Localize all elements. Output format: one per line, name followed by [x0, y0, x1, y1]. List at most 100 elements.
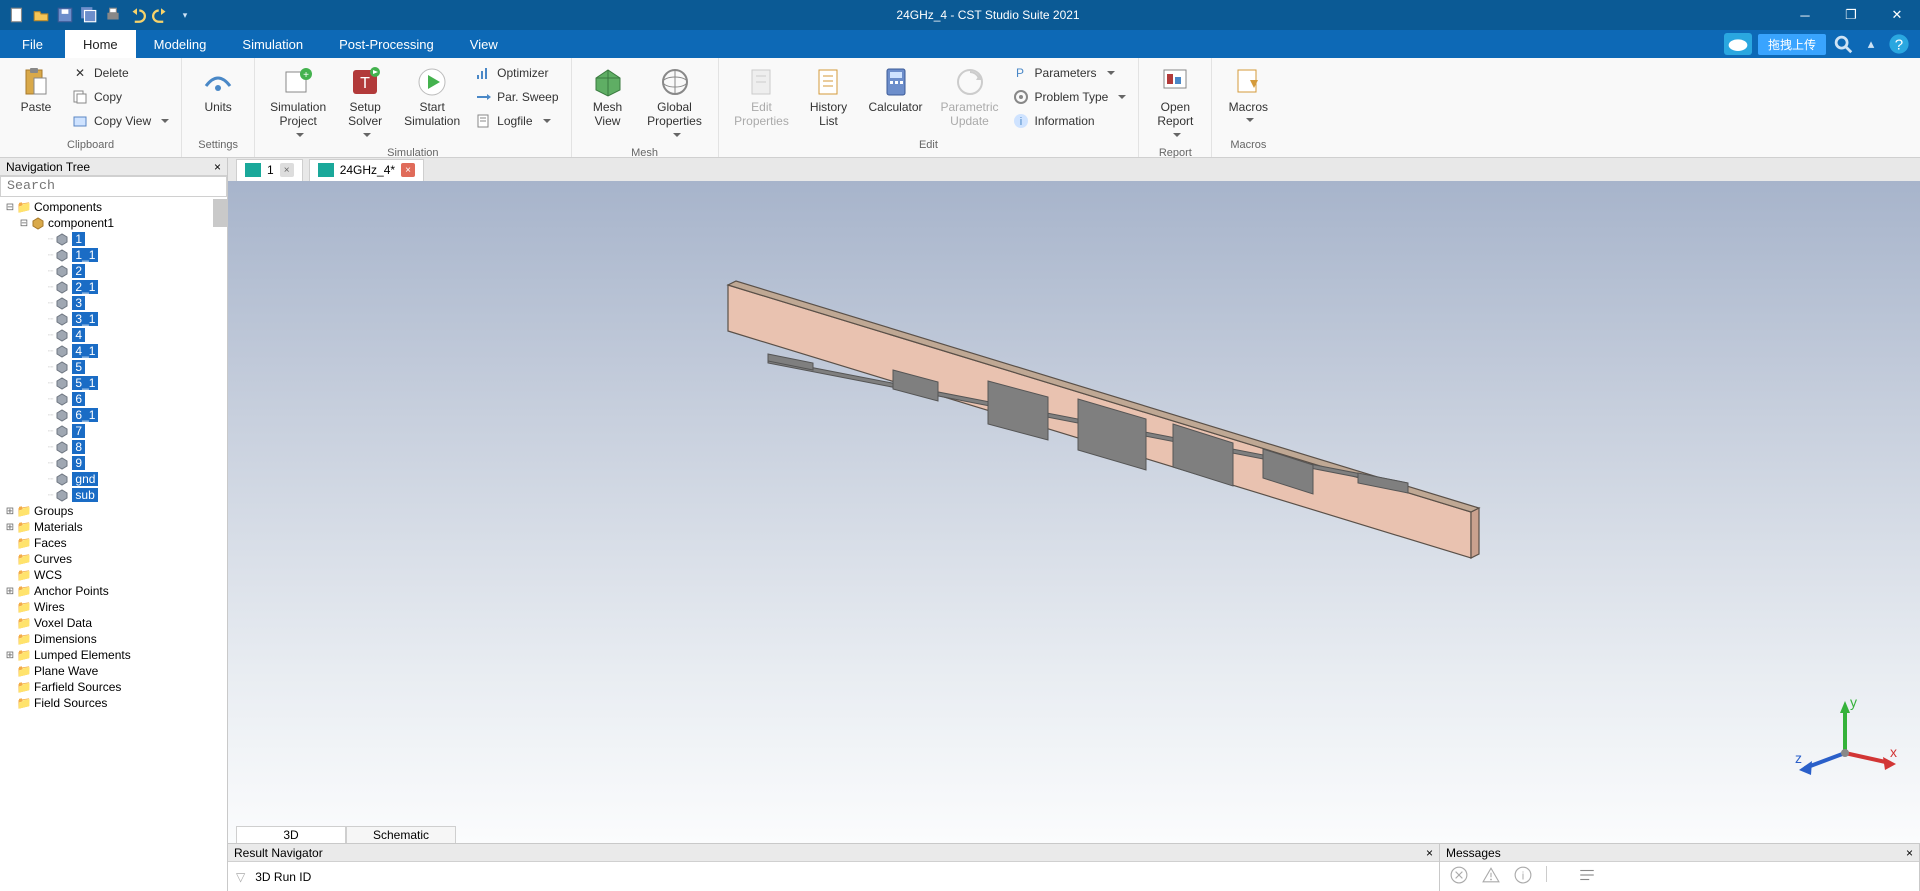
tab-file[interactable]: File: [0, 30, 65, 58]
tree-scrollbar[interactable]: [213, 199, 227, 227]
doc-tab-close-icon[interactable]: ×: [401, 163, 415, 177]
delete-button[interactable]: ✕Delete: [66, 62, 175, 84]
tree-node[interactable]: 📁WCS: [0, 567, 227, 583]
tab-view[interactable]: View: [452, 30, 516, 58]
tab-simulation[interactable]: Simulation: [224, 30, 321, 58]
history-list-button[interactable]: History List: [799, 62, 859, 133]
units-button[interactable]: Units: [188, 62, 248, 118]
brick-icon: [54, 424, 70, 438]
tab-post-processing[interactable]: Post-Processing: [321, 30, 452, 58]
doc-tab-1[interactable]: 1×: [236, 159, 303, 181]
setup-solver-button[interactable]: T Setup Solver: [335, 62, 395, 143]
open-file-icon[interactable]: [32, 6, 50, 24]
information-button[interactable]: iInformation: [1007, 110, 1133, 132]
tree-node[interactable]: ⊞📁Groups: [0, 503, 227, 519]
tree-node[interactable]: 📁Curves: [0, 551, 227, 567]
doc-tab-2[interactable]: 24GHz_4*×: [309, 159, 424, 181]
nav-search-input[interactable]: [0, 176, 227, 197]
save-icon[interactable]: [56, 6, 74, 24]
redo-icon[interactable]: [152, 6, 170, 24]
resnav-close-icon[interactable]: ×: [1426, 846, 1433, 860]
upload-pill[interactable]: 拖拽上传: [1758, 34, 1826, 55]
filter-icon[interactable]: ▽: [236, 870, 245, 884]
navigation-tree[interactable]: ⊟📁Components ⊟component1 ┈1┈1_1┈2┈2_1┈3┈…: [0, 197, 227, 891]
tree-node[interactable]: 📁Faces: [0, 535, 227, 551]
new-file-icon[interactable]: [8, 6, 26, 24]
global-properties-button[interactable]: Global Properties: [638, 62, 712, 143]
macros-button[interactable]: Macros: [1218, 62, 1278, 128]
simulation-project-button[interactable]: + Simulation Project: [261, 62, 335, 143]
close-button[interactable]: ✕: [1874, 0, 1920, 30]
result-navigator-field: 3D Run ID: [255, 870, 311, 884]
tree-node[interactable]: 📁Plane Wave: [0, 663, 227, 679]
tree-node[interactable]: ⊞📁Materials: [0, 519, 227, 535]
undo-icon[interactable]: [128, 6, 146, 24]
msg-info-icon[interactable]: i: [1514, 866, 1532, 884]
help-icon[interactable]: ?: [1888, 33, 1910, 55]
messages-close-icon[interactable]: ×: [1906, 846, 1913, 860]
mesh-view-button[interactable]: Mesh View: [578, 62, 638, 133]
open-report-button[interactable]: Open Report: [1145, 62, 1205, 143]
tree-node-shape[interactable]: ┈gnd: [0, 471, 227, 487]
tree-node[interactable]: 📁Dimensions: [0, 631, 227, 647]
tree-node[interactable]: ⊞📁Lumped Elements: [0, 647, 227, 663]
minimize-button[interactable]: ─: [1782, 0, 1828, 30]
tree-node[interactable]: ⊞📁Anchor Points: [0, 583, 227, 599]
msg-error-icon[interactable]: [1450, 866, 1468, 884]
paste-button[interactable]: Paste: [6, 62, 66, 118]
tree-node-shape[interactable]: ┈3_1: [0, 311, 227, 327]
viewport-tab-3d[interactable]: 3D: [236, 826, 346, 843]
par-sweep-icon: [475, 89, 491, 105]
optimizer-button[interactable]: Optimizer: [469, 62, 564, 84]
tree-node[interactable]: 📁Voxel Data: [0, 615, 227, 631]
par-sweep-button[interactable]: Par. Sweep: [469, 86, 564, 108]
print-icon[interactable]: [104, 6, 122, 24]
tree-node[interactable]: 📁Field Sources: [0, 695, 227, 711]
cloud-icon[interactable]: [1724, 33, 1752, 55]
svg-text:z: z: [1795, 750, 1802, 766]
tree-node[interactable]: 📁Farfield Sources: [0, 679, 227, 695]
tree-node[interactable]: 📁Wires: [0, 599, 227, 615]
tree-node-shape[interactable]: ┈4: [0, 327, 227, 343]
problem-type-button[interactable]: Problem Type: [1007, 86, 1133, 108]
save-all-icon[interactable]: [80, 6, 98, 24]
tree-node-shape[interactable]: ┈9: [0, 455, 227, 471]
start-simulation-button[interactable]: Start Simulation: [395, 62, 469, 133]
tree-node-component1[interactable]: ⊟component1: [0, 215, 227, 231]
msg-warning-icon[interactable]: [1482, 866, 1500, 884]
tree-node-shape[interactable]: ┈2_1: [0, 279, 227, 295]
tree-node-shape[interactable]: ┈2: [0, 263, 227, 279]
copy-view-button[interactable]: Copy View: [66, 110, 175, 132]
tree-node-shape[interactable]: ┈5_1: [0, 375, 227, 391]
tree-node-shape[interactable]: ┈7: [0, 423, 227, 439]
copy-button[interactable]: Copy: [66, 86, 175, 108]
parameters-icon: P: [1013, 65, 1029, 81]
viewport-tab-schematic[interactable]: Schematic: [346, 826, 456, 843]
tree-node-shape[interactable]: ┈5: [0, 359, 227, 375]
msg-list-icon[interactable]: [1578, 866, 1596, 884]
tree-node-shape[interactable]: ┈8: [0, 439, 227, 455]
3d-viewport[interactable]: y x z 3D Schematic: [228, 181, 1920, 843]
maximize-button[interactable]: ❐: [1828, 0, 1874, 30]
tab-modeling[interactable]: Modeling: [136, 30, 225, 58]
nav-close-icon[interactable]: ×: [214, 160, 221, 174]
tree-node-components[interactable]: ⊟📁Components: [0, 199, 227, 215]
collapse-ribbon-icon[interactable]: ▴: [1860, 33, 1882, 55]
tree-node-shape[interactable]: ┈1_1: [0, 247, 227, 263]
open-report-icon: [1159, 66, 1191, 98]
tree-node-shape[interactable]: ┈4_1: [0, 343, 227, 359]
tree-node-shape[interactable]: ┈6: [0, 391, 227, 407]
svg-text:T: T: [360, 75, 370, 92]
brick-icon: [54, 392, 70, 406]
tree-node-shape[interactable]: ┈3: [0, 295, 227, 311]
doc-tab-close-icon[interactable]: ×: [280, 163, 294, 177]
tree-node-shape[interactable]: ┈sub: [0, 487, 227, 503]
tab-home[interactable]: Home: [65, 30, 136, 58]
tree-node-shape[interactable]: ┈6_1: [0, 407, 227, 423]
calculator-button[interactable]: Calculator: [859, 62, 933, 118]
search-icon[interactable]: [1832, 33, 1854, 55]
tree-node-shape[interactable]: ┈1: [0, 231, 227, 247]
qat-dropdown-icon[interactable]: ▾: [176, 6, 194, 24]
logfile-button[interactable]: Logfile: [469, 110, 564, 132]
parameters-button[interactable]: PParameters: [1007, 62, 1133, 84]
